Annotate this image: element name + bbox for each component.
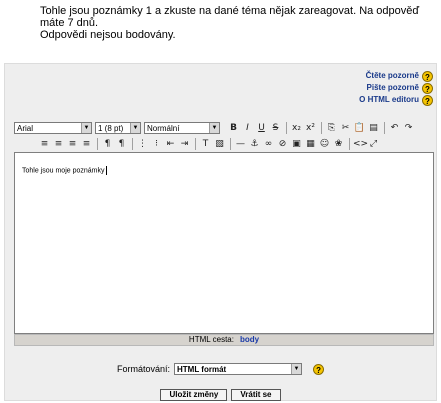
style-select[interactable]: Normální ▼	[144, 122, 220, 134]
help-link-read-label[interactable]: Čtěte pozorně	[366, 70, 419, 82]
help-link-write-label[interactable]: Pište pozorně	[367, 82, 419, 94]
intro-text-2: Odpovědi nejsou bodovány.	[40, 29, 176, 41]
size-select-value: 1 (8 pt)	[98, 124, 124, 133]
indent-button[interactable]: ⇥	[178, 138, 191, 151]
font-select-value: Arial	[17, 124, 34, 133]
paragraph-buttons: ≡ ≡ ≡ ≡ ¶ ¶ ⋮ ⁝ ⇤ ⇥ T ▧ — ⚓ ∞ ⊘ ▣ ▦ ☺ ❀ <> ⤢	[38, 138, 381, 151]
clean-word-button[interactable]: ▤	[367, 122, 380, 135]
html-editor-area[interactable]	[14, 152, 434, 334]
copy-button[interactable]: ⎘	[325, 122, 338, 135]
smiley-button[interactable]: ☺	[318, 138, 331, 151]
save-button[interactable]: Uložit změny	[160, 389, 228, 401]
help-icon[interactable]: ?	[422, 82, 433, 94]
ltr-button[interactable]: ¶	[101, 138, 114, 151]
ordered-list-button[interactable]: ⋮	[136, 138, 149, 151]
undo-button[interactable]: ↶	[388, 122, 401, 135]
toolbar-separator	[195, 138, 196, 150]
toolbar-separator	[286, 122, 287, 134]
strikethrough-button[interactable]: S	[269, 122, 282, 135]
italic-button[interactable]: I	[241, 122, 254, 135]
toolbar-separator	[384, 122, 385, 134]
special-char-button[interactable]: ❀	[332, 138, 345, 151]
help-links: Čtěte pozorně? Pište pozorně? O HTML edi…	[359, 70, 433, 106]
toolbar-separator	[230, 138, 231, 150]
form-buttons: Uložit změny Vrátit se	[0, 389, 441, 401]
table-button[interactable]: ▦	[304, 138, 317, 151]
unordered-list-button[interactable]: ⁝	[150, 138, 163, 151]
align-left-button[interactable]: ≡	[38, 138, 51, 151]
superscript-button[interactable]: x²	[304, 122, 317, 135]
editor-text: Tohle jsou moje poznámky	[22, 167, 105, 175]
align-center-button[interactable]: ≡	[52, 138, 65, 151]
horizontal-rule-button[interactable]: —	[234, 138, 247, 151]
toolbar-separator	[321, 122, 322, 134]
redo-button[interactable]: ↷	[402, 122, 415, 135]
chevron-down-icon[interactable]: ▼	[291, 364, 302, 374]
chevron-down-icon[interactable]: ▼	[130, 123, 140, 133]
revert-button[interactable]: Vrátit se	[231, 389, 281, 401]
html-source-button[interactable]: <>	[353, 138, 368, 151]
intro-text-1: Tohle jsou poznámky 1 a zkuste na dané t…	[40, 5, 420, 29]
paste-button[interactable]: 📋	[353, 122, 366, 135]
help-icon[interactable]: ?	[422, 94, 433, 106]
format-select[interactable]: HTML formát ▼	[174, 363, 303, 375]
help-icon[interactable]: ?	[313, 363, 325, 375]
format-row: Formátování: HTML formát ▼ ?	[0, 363, 441, 375]
html-path-value[interactable]: body	[240, 335, 259, 344]
style-select-value: Normální	[147, 124, 180, 133]
text-color-button[interactable]: T	[199, 138, 212, 151]
html-path-label: HTML cesta:	[188, 335, 234, 344]
subscript-button[interactable]: x₂	[290, 122, 303, 135]
format-select-value: HTML formát	[177, 365, 227, 374]
chevron-down-icon[interactable]: ▼	[81, 123, 91, 133]
font-select[interactable]: Arial ▼	[14, 122, 92, 134]
bg-color-button[interactable]: ▧	[213, 138, 226, 151]
help-icon[interactable]: ?	[422, 70, 433, 82]
outdent-button[interactable]: ⇤	[164, 138, 177, 151]
toolbar-separator	[349, 138, 350, 150]
fullscreen-button[interactable]: ⤢	[367, 138, 380, 151]
unlink-button[interactable]: ⊘	[276, 138, 289, 151]
format-buttons: B I U Sx₂ x² ⎘ ✂ 📋 ▤ ↶ ↷	[227, 122, 416, 135]
rtl-button[interactable]: ¶	[115, 138, 128, 151]
size-select[interactable]: 1 (8 pt) ▼	[95, 122, 141, 134]
toolbar-separator	[97, 138, 98, 150]
image-button[interactable]: ▣	[290, 138, 303, 151]
editor-toolbar-row2: ≡ ≡ ≡ ≡ ¶ ¶ ⋮ ⁝ ⇤ ⇥ T ▧ — ⚓ ∞ ⊘ ▣ ▦ ☺ ❀ <> ⤢	[14, 137, 436, 151]
help-link-read[interactable]: Čtěte pozorně?	[359, 70, 433, 82]
chevron-down-icon[interactable]: ▼	[209, 123, 219, 133]
help-link-write[interactable]: Pište pozorně?	[359, 82, 433, 94]
bold-button[interactable]: B	[227, 122, 240, 135]
help-link-html-editor-label[interactable]: O HTML editoru	[359, 94, 419, 106]
underline-button[interactable]: U	[255, 122, 268, 135]
help-link-html-editor[interactable]: O HTML editoru?	[359, 94, 433, 106]
link-button[interactable]: ∞	[262, 138, 275, 151]
justify-button[interactable]: ≡	[80, 138, 93, 151]
text-caret	[105, 166, 107, 175]
html-path-bar: HTML cesta: body	[14, 334, 434, 346]
align-right-button[interactable]: ≡	[66, 138, 79, 151]
cut-button[interactable]: ✂	[339, 122, 352, 135]
editor-toolbar-row1: Arial ▼ 1 (8 pt) ▼ Normální ▼ B I U Sx₂ x² ⎘ ✂ 📋 ▤ ↶…	[14, 121, 416, 135]
format-label: Formátování:	[116, 364, 171, 374]
anchor-button[interactable]: ⚓	[248, 138, 261, 151]
editor-content[interactable]: Tohle jsou moje poznámky	[22, 166, 107, 175]
toolbar-separator	[132, 138, 133, 150]
